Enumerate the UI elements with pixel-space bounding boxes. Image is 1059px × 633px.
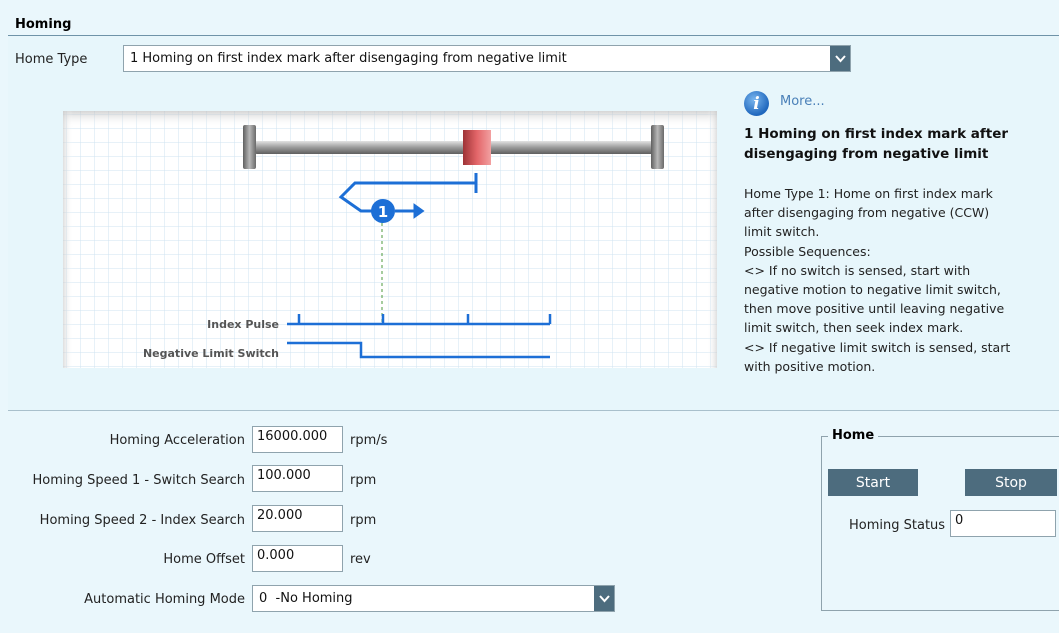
sequence-marker-label: 1 bbox=[378, 203, 388, 221]
homing-acceleration-label: Homing Acceleration bbox=[109, 433, 245, 448]
section-title: Homing bbox=[15, 17, 72, 32]
start-button[interactable]: Start bbox=[828, 469, 918, 496]
info-icon[interactable]: i bbox=[744, 91, 769, 116]
homing-acceleration-unit: rpm/s bbox=[350, 433, 388, 448]
home-type-select[interactable]: 1 Homing on first index mark after disen… bbox=[123, 45, 851, 72]
automatic-homing-mode-value: 0 -No Homing bbox=[259, 591, 353, 606]
chevron-down-icon[interactable] bbox=[830, 46, 850, 71]
home-offset-input[interactable]: 0.000 bbox=[252, 545, 343, 572]
homing-status-label: Homing Status bbox=[849, 518, 946, 533]
description-line: Home Type 1: Home on first index mark bbox=[744, 186, 993, 201]
home-group-title: Home bbox=[828, 428, 879, 443]
description-line: limit switch, then seek index mark. bbox=[744, 320, 964, 336]
description-line: then move positive until leaving negativ… bbox=[744, 301, 1005, 317]
homing-speed1-unit: rpm bbox=[350, 473, 377, 488]
homing-speed2-input[interactable]: 20.000 bbox=[252, 505, 343, 532]
home-type-value: 1 Homing on first index mark after disen… bbox=[130, 51, 567, 66]
homing-status-field: 0 bbox=[950, 510, 1056, 537]
home-type-description: Home Type 1: Home on first index mark af… bbox=[744, 184, 1044, 376]
description-line: <> If no switch is sensed, start with bbox=[744, 262, 971, 278]
description-line: negative motion to negative limit switch… bbox=[744, 282, 1001, 298]
description-line: Possible Sequences: bbox=[744, 243, 871, 259]
home-offset-label: Home Offset bbox=[163, 552, 245, 567]
carriage-slider bbox=[463, 130, 491, 165]
chevron-down-icon[interactable] bbox=[594, 586, 614, 611]
description-line: limit switch. bbox=[744, 224, 820, 240]
homing-acceleration-input[interactable]: 16000.000 bbox=[252, 426, 343, 453]
home-type-description-title: 1 Homing on first index mark after disen… bbox=[744, 124, 1044, 164]
home-offset-unit: rev bbox=[350, 552, 371, 567]
automatic-homing-mode-select[interactable]: 0 -No Homing bbox=[252, 585, 615, 612]
section-divider bbox=[8, 410, 1059, 411]
description-line: with positive motion. bbox=[744, 358, 876, 374]
description-title-line: disengaging from negative limit bbox=[744, 146, 989, 162]
homing-diagram-svg: 1 Index Pulse Negative Limit Switch bbox=[63, 111, 717, 368]
homing-diagram: 1 Index Pulse Negative Limit Switch bbox=[63, 111, 717, 368]
description-title-line: 1 Homing on first index mark after bbox=[744, 126, 1009, 142]
homing-speed2-label: Homing Speed 2 - Index Search bbox=[39, 513, 245, 528]
automatic-homing-mode-label: Automatic Homing Mode bbox=[84, 592, 245, 607]
stop-button[interactable]: Stop bbox=[965, 469, 1057, 496]
description-line: after disengaging from negative (CCW) bbox=[744, 205, 990, 221]
home-type-label: Home Type bbox=[15, 52, 88, 67]
more-link[interactable]: More... bbox=[780, 94, 825, 109]
homing-speed1-input[interactable]: 100.000 bbox=[252, 465, 343, 492]
description-line: <> If negative limit switch is sensed, s… bbox=[744, 339, 1011, 355]
index-pulse-label: Index Pulse bbox=[207, 318, 279, 331]
negative-limit-label: Negative Limit Switch bbox=[143, 347, 279, 360]
homing-speed1-label: Homing Speed 1 - Switch Search bbox=[32, 473, 245, 488]
homing-speed2-unit: rpm bbox=[350, 513, 377, 528]
